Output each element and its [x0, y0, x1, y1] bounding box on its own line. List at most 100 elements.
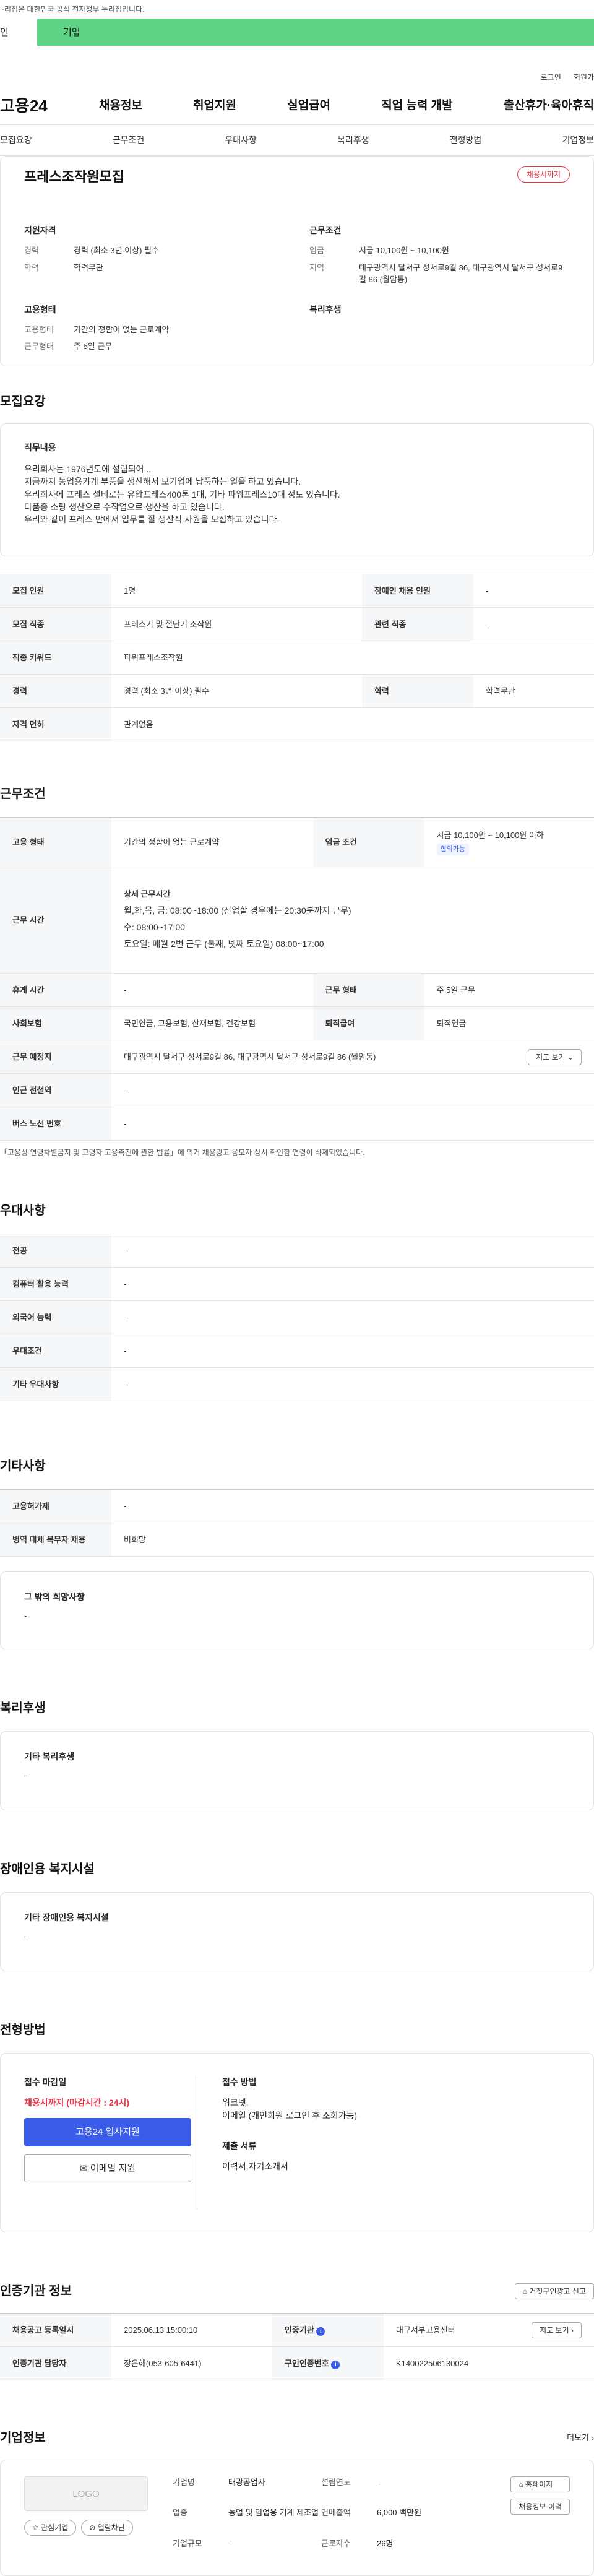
anchor-preference[interactable]: 우대사항: [225, 134, 257, 147]
row-value: 2025.06.13 15:00:10: [111, 2313, 272, 2347]
member-type-tabs: 인 기업: [0, 19, 594, 46]
label: 경력: [24, 246, 39, 255]
work-heading: 근무조건: [309, 225, 342, 235]
anchor-recruit[interactable]: 모집요강: [0, 134, 32, 147]
report-label: 거짓구인광고 신고: [529, 2287, 586, 2296]
jobs-history-button[interactable]: 채용정보 이력: [510, 2499, 570, 2515]
org-map-button[interactable]: 지도 보기 ›: [532, 2322, 582, 2338]
more-link[interactable]: 더보기 ›: [567, 2432, 594, 2444]
utility-links: 로그인 회원가: [0, 46, 594, 88]
cert-table: 채용공고 등록일시 2025.06.13 15:00:10 인증기관 i 대구서…: [0, 2313, 594, 2380]
signup-link[interactable]: 회원가: [574, 72, 594, 88]
value: 시급 10,100원 ~ 10,100원: [359, 246, 449, 255]
value: 태광공업사: [228, 2478, 265, 2487]
table-row: 인증기관 담당자 장은혜(053-605-6441) 구인인증번호 i K140…: [0, 2346, 594, 2380]
row-label: 모집 인원: [0, 574, 111, 608]
login-link[interactable]: 로그인: [541, 72, 561, 88]
other-wish-card: 그 밖의 희망사항 -: [0, 1571, 594, 1649]
row-value: 기간의 정함이 없는 근로계약: [111, 817, 313, 867]
anchor-selection[interactable]: 전형방법: [450, 134, 482, 147]
table-row: 휴게 시간 - 근무 형태 주 5일 근무: [0, 973, 594, 1007]
value: -: [377, 2478, 380, 2487]
wage-cell: 시급 10,100원 ~ 10,100원 이하 협의가능: [424, 817, 594, 867]
other-wish-heading: 그 밖의 희망사항: [24, 1592, 85, 1602]
place-cell: 대구광역시 달서구 성서로9길 86, 대구광역시 달서구 성서로9길 86 (…: [111, 1040, 594, 1074]
anchor-conditions[interactable]: 근무조건: [113, 134, 145, 147]
row-value: 관계없음: [111, 707, 594, 741]
email-apply-button[interactable]: ✉ 이메일 지원: [24, 2154, 191, 2182]
row-label: 자격 면허: [0, 707, 111, 741]
section-title: 근무조건: [0, 787, 46, 801]
conditions-section: 근무조건 고용 형태 기간의 정함이 없는 근로계약 임금 조건 시급 10,1…: [0, 741, 594, 1158]
email-apply-label: 이메일 지원: [90, 2163, 136, 2174]
summary-grid: 지원자격 경력 경력 (최소 3년 이상) 필수 학력 학력무관 근무조건 임금 시급…: [24, 224, 570, 358]
row-label: 휴게 시간: [0, 973, 111, 1007]
value: 경력 (최소 3년 이상) 필수: [74, 246, 159, 255]
row-label: 관련 직종: [361, 607, 473, 641]
gnb-item-unemployment-benefit[interactable]: 실업급여: [287, 97, 330, 115]
row-label: 경력: [0, 674, 111, 708]
report-icon: ⌂: [522, 2287, 527, 2296]
row-value: 파워프레스조작원: [111, 641, 594, 675]
row-label: 학력: [361, 674, 473, 708]
anchor-company[interactable]: 기업정보: [562, 134, 594, 147]
duty-line: 우리와 같이 프레스 반에서 업무를 잘 생산직 사원을 모집하고 있습니다.: [24, 514, 280, 525]
interest-label: 관심기업: [41, 2523, 69, 2532]
row-value: -: [111, 1267, 594, 1301]
hours-cell: 상세 근무시간 월,화,목, 금: 08:00~18:00 (잔업할 경우에는 …: [111, 867, 594, 974]
table-row: 전공 -: [0, 1234, 594, 1268]
map-button[interactable]: 지도 보기 ⌄: [528, 1048, 582, 1065]
disability-card: 기타 장애인용 복지시설 -: [0, 1892, 594, 1971]
welfare-heading: 복리후생: [309, 304, 342, 314]
hours-heading: 상세 근무시간: [124, 889, 171, 899]
homepage-button[interactable]: ⌂ 홈페이지: [510, 2476, 570, 2492]
site-logo[interactable]: 고용24: [0, 94, 99, 118]
row-label: 버스 노선 번호: [0, 1107, 111, 1141]
table-row: 버스 노선 번호 -: [0, 1107, 594, 1141]
cert-section: 인증기관 정보 ⌂ 거짓구인광고 신고 채용공고 등록일시 2025.06.13…: [0, 2232, 594, 2380]
row-value: -: [111, 1107, 594, 1141]
chevron-down-icon: ⌄: [567, 1052, 574, 1061]
info-icon[interactable]: i: [316, 2327, 325, 2336]
gnb-item-parental-leave[interactable]: 출산휴가·육아휴직: [504, 97, 594, 115]
welfare-card: 기타 복리후생 -: [0, 1731, 594, 1810]
tab-individual[interactable]: 인: [0, 19, 37, 46]
row-label: 외국어 능력: [0, 1300, 111, 1334]
report-button[interactable]: ⌂ 거짓구인광고 신고: [514, 2283, 594, 2299]
map-button-label: 지도 보기: [536, 1052, 566, 1061]
apply-right: 접수 방법 워크넷, 이메일 (개인회원 로그인 후 조회가능) 제출 서류 이…: [197, 2076, 570, 2210]
gnb-item-jobs[interactable]: 채용정보: [99, 97, 142, 115]
info-icon[interactable]: i: [331, 2360, 340, 2369]
table-row: 경력 경력 (최소 3년 이상) 필수 학력 학력무관: [0, 674, 594, 708]
anchor-welfare[interactable]: 복리후생: [337, 134, 369, 147]
row-value: K140022506130024: [383, 2346, 594, 2380]
disability-heading: 기타 장애인용 복지시설: [24, 1913, 109, 1922]
tab-business[interactable]: 기업: [37, 19, 594, 46]
table-row: 병역 대체 복무자 채용 비희망: [0, 1523, 594, 1557]
value: 학력무관: [74, 262, 103, 272]
place-value: 대구광역시 달서구 성서로9길 86, 대구광역시 달서구 성서로9길 86 (…: [124, 1052, 376, 1061]
section-title: 전형방법: [0, 2023, 46, 2037]
disability-value: -: [24, 1932, 27, 1941]
docs-heading: 제출 서류: [222, 2141, 257, 2151]
section-title: 장애인용 복지시설: [0, 1862, 95, 1876]
chevron-right-icon: ›: [571, 2325, 574, 2335]
welfare-value: -: [24, 1771, 27, 1780]
value: 26명: [377, 2538, 394, 2548]
label: 근무형태: [24, 342, 54, 351]
table-row: 고용 형태 기간의 정함이 없는 근로계약 임금 조건 시급 10,100원 ~…: [0, 817, 594, 867]
interest-button[interactable]: ☆ 관심기업: [24, 2520, 77, 2536]
table-row: 근무 예정지 대구광역시 달서구 성서로9길 86, 대구광역시 달서구 성서로…: [0, 1040, 594, 1074]
row-value: -: [473, 574, 594, 608]
apply-button[interactable]: 고용24 입사지원: [24, 2118, 191, 2146]
table-row: 자격 면허 관계없음: [0, 707, 594, 741]
row-label: 퇴직급여: [312, 1006, 424, 1040]
row-value: 퇴직연금: [424, 1006, 594, 1040]
gnb-item-employment-support[interactable]: 취업지원: [193, 97, 236, 115]
label: 설립연도: [321, 2478, 351, 2487]
apply-left: 접수 마감일 채용시까지 (마감시간 : 24시) 고용24 입사지원 ✉ 이메…: [24, 2076, 197, 2210]
block-button[interactable]: ⊘ 열람차단: [81, 2520, 133, 2536]
etc-table: 고용허가제 - 병역 대체 복무자 채용 비희망: [0, 1489, 594, 1557]
gnb-item-training[interactable]: 직업 능력 개발: [381, 97, 452, 115]
row-value: 장은혜(053-605-6441): [111, 2346, 272, 2380]
